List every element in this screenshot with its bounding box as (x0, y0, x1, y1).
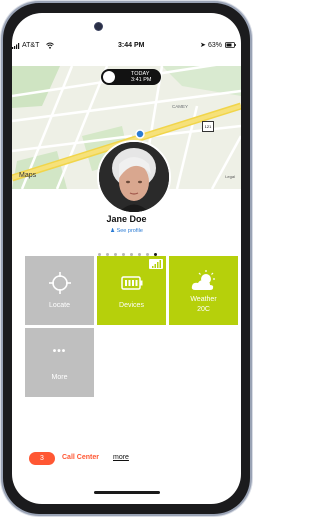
see-profile-label: See profile (116, 228, 143, 234)
power-button (250, 135, 253, 183)
devices-tile-label: Devices (119, 302, 144, 309)
more-tile-label: More (51, 374, 68, 381)
location-arrow-icon: ➤ (200, 42, 206, 49)
devices-tile[interactable]: Devices (97, 256, 166, 325)
wifi-icon (46, 42, 54, 49)
front-camera (94, 22, 103, 31)
locate-tile-label: Locate (48, 302, 71, 309)
signal-bars-icon (152, 260, 161, 268)
avatar[interactable] (97, 140, 171, 214)
avatar-photo (99, 142, 169, 212)
home-indicator[interactable] (94, 491, 160, 494)
weather-tile[interactable]: Weather 20C (169, 256, 238, 325)
weather-tile-label: Weather (190, 296, 217, 303)
battery-icon (121, 276, 143, 290)
call-center-count-badge[interactable]: 3 (29, 452, 55, 465)
status-time: 3:44 PM (118, 42, 145, 49)
location-timestamp-pill: TODAY 3:41 PM (101, 69, 161, 85)
battery-percent: 63% (208, 42, 223, 49)
cellular-signal-icon (12, 43, 20, 49)
page-indicator[interactable] (98, 243, 162, 256)
timestamp-indicator (103, 71, 115, 83)
locate-tile[interactable]: Locate (25, 256, 94, 325)
timestamp-time: 3:41 PM (131, 77, 152, 83)
crosshair-icon (49, 272, 71, 294)
status-battery-icon (225, 42, 236, 48)
maps-attribution: Maps (19, 172, 37, 179)
partly-cloudy-icon (191, 270, 215, 290)
call-center-label[interactable]: Call Center (62, 454, 99, 461)
screen: CAMEY 121 Maps Legal TODAY 3:41 PM Jane (12, 13, 241, 504)
carrier-label: AT&T (22, 42, 40, 49)
see-profile-link[interactable]: ♟ See profile (12, 228, 241, 234)
call-center-more-link[interactable]: more (113, 454, 129, 461)
map-legal-link[interactable]: Legal (225, 174, 235, 179)
more-tile[interactable]: ••• More (25, 328, 94, 397)
person-icon: ♟ (110, 228, 116, 234)
weather-temperature: 20C (197, 306, 210, 313)
ellipsis-icon: ••• (52, 346, 67, 357)
profile-name: Jane Doe (106, 214, 147, 224)
signal-badge (149, 259, 163, 269)
route-shield: 121 (202, 121, 214, 132)
map-area-label: CAMEY (172, 104, 189, 109)
phone-frame: CAMEY 121 Maps Legal TODAY 3:41 PM Jane (0, 0, 253, 517)
